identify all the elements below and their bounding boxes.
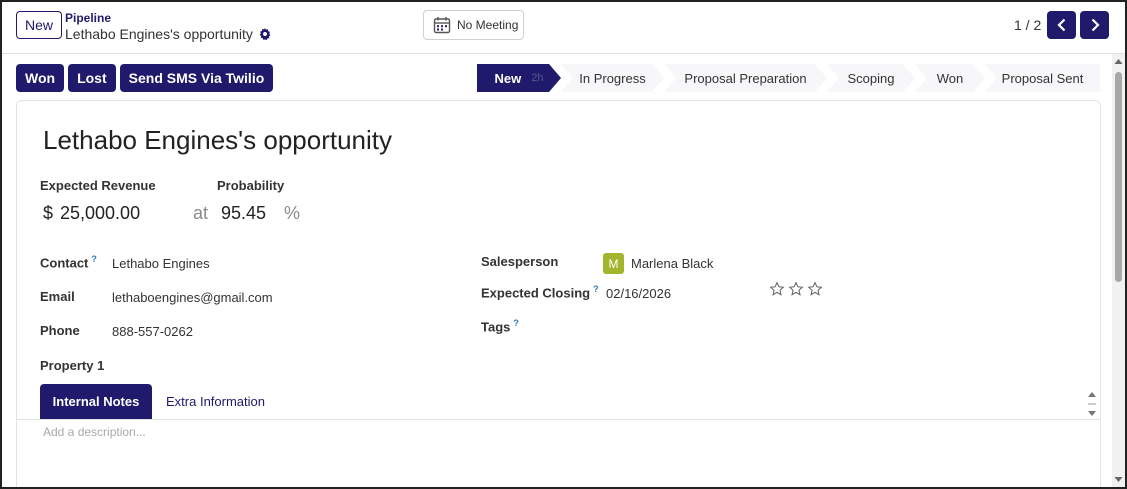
- property-1-label: Property 1: [40, 358, 105, 373]
- stage-scoping[interactable]: Scoping: [827, 64, 915, 92]
- expected-closing-label: Expected Closing?: [481, 284, 599, 300]
- priority-stars: [769, 281, 823, 297]
- send-sms-button[interactable]: Send SMS Via Twilio: [119, 64, 274, 92]
- contact-field[interactable]: Lethabo Engines: [112, 256, 210, 271]
- control-panel: New Pipeline Lethabo Engines's opportuni…: [2, 2, 1125, 54]
- chevron-left-icon: [1056, 18, 1065, 32]
- tab-extra-information[interactable]: Extra Information: [166, 384, 265, 419]
- page-scrollbar[interactable]: [1112, 54, 1125, 487]
- salesperson-field[interactable]: Marlena Black: [631, 256, 713, 271]
- probability-field[interactable]: 95.45: [221, 203, 266, 224]
- stage-new-duration: 2h: [531, 72, 544, 84]
- stage-proposal-sent-label: Proposal Sent: [1001, 70, 1084, 86]
- stage-proposal-sent[interactable]: Proposal Sent: [985, 64, 1100, 92]
- breadcrumb-pipeline[interactable]: Pipeline: [65, 11, 111, 25]
- expected-revenue-field[interactable]: 25,000.00: [60, 203, 140, 224]
- description-input[interactable]: Add a description...: [43, 425, 146, 439]
- stage-proposal-preparation[interactable]: Proposal Preparation: [664, 64, 827, 92]
- chevron-right-icon: [1091, 18, 1100, 32]
- app-window: New Pipeline Lethabo Engines's opportuni…: [0, 0, 1127, 489]
- stage-new[interactable]: New 2h: [477, 64, 561, 92]
- calendar-icon: [433, 17, 451, 34]
- form-sheet: Lethabo Engines's opportunity Expected R…: [16, 100, 1101, 487]
- scroll-up-icon[interactable]: [1112, 57, 1125, 67]
- tab-scroll-arrows-icon[interactable]: [1087, 389, 1097, 419]
- contact-label-text: Contact: [40, 255, 89, 271]
- star-icon[interactable]: [788, 281, 804, 297]
- at-label: at: [193, 203, 209, 223]
- tags-label: Tags?: [481, 318, 519, 334]
- tab-internal-notes[interactable]: Internal Notes: [40, 384, 152, 419]
- stage-won[interactable]: Won: [915, 64, 985, 92]
- expected-closing-label-text: Expected Closing: [481, 285, 591, 301]
- phone-label: Phone: [40, 323, 80, 338]
- opportunity-title[interactable]: Lethabo Engines's opportunity: [43, 125, 392, 156]
- won-button[interactable]: Won: [16, 64, 65, 92]
- pager-value[interactable]: 1 / 2: [1014, 17, 1041, 33]
- expected-closing-help-icon[interactable]: ?: [593, 284, 599, 294]
- expected-revenue-label: Expected Revenue: [40, 178, 156, 193]
- scrollbar-thumb[interactable]: [1115, 72, 1122, 282]
- stage-won-label: Won: [936, 70, 964, 86]
- star-icon[interactable]: [807, 281, 823, 297]
- email-field[interactable]: lethaboengines@gmail.com: [112, 290, 273, 305]
- gear-icon[interactable]: [259, 28, 271, 40]
- percent-sign: %: [284, 203, 301, 223]
- breadcrumb-current: Lethabo Engines's opportunity: [65, 26, 271, 42]
- breadcrumb-current-label: Lethabo Engines's opportunity: [65, 26, 253, 42]
- salesperson-label: Salesperson: [481, 254, 559, 269]
- notebook-tabs: Internal Notes Extra Information: [17, 384, 1100, 420]
- stage-statusbar: New 2h In Progress Proposal Preparation …: [477, 64, 1100, 92]
- probability-label: Probability: [217, 178, 285, 193]
- phone-field[interactable]: 888-557-0262: [112, 324, 193, 339]
- star-icon[interactable]: [769, 281, 785, 297]
- action-buttons: Won Lost Send SMS Via Twilio: [16, 64, 274, 92]
- pager-next-button[interactable]: [1080, 11, 1109, 39]
- meeting-button[interactable]: No Meeting: [423, 10, 524, 40]
- expected-closing-field[interactable]: 02/16/2026: [606, 286, 671, 301]
- new-button[interactable]: New: [16, 11, 62, 39]
- stage-in-progress-label: In Progress: [579, 70, 646, 86]
- stage-new-label: New: [494, 70, 522, 86]
- tags-help-icon[interactable]: ?: [513, 318, 519, 328]
- email-label: Email: [40, 289, 75, 304]
- pager-previous-button[interactable]: [1047, 11, 1076, 39]
- contact-label: Contact?: [40, 254, 97, 270]
- stage-in-progress[interactable]: In Progress: [561, 64, 664, 92]
- avatar: M: [603, 253, 624, 274]
- scroll-down-icon[interactable]: [1112, 474, 1125, 484]
- lost-button[interactable]: Lost: [68, 64, 116, 92]
- meeting-label: No Meeting: [457, 18, 519, 32]
- tags-label-text: Tags: [481, 319, 511, 335]
- contact-help-icon[interactable]: ?: [91, 254, 97, 264]
- currency-symbol: $: [43, 203, 54, 223]
- stage-proposal-preparation-label: Proposal Preparation: [684, 70, 807, 86]
- stage-scoping-label: Scoping: [847, 70, 895, 86]
